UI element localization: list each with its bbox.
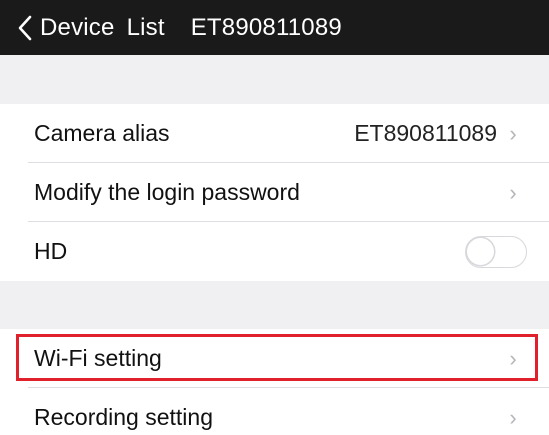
section-spacer: [0, 281, 549, 329]
chevron-left-icon: [18, 15, 32, 41]
recording-setting-label: Recording setting: [34, 404, 213, 430]
device-id-title: ET890811089: [190, 13, 342, 41]
chevron-right-icon: ›: [509, 345, 517, 371]
network-settings-group: Wi-Fi setting › Recording setting ›: [0, 329, 549, 435]
hd-toggle[interactable]: [465, 235, 527, 268]
hd-label: HD: [34, 238, 68, 264]
camera-alias-value: ET890811089: [354, 120, 497, 146]
wifi-setting-row[interactable]: Wi-Fi setting ›: [0, 329, 549, 388]
chevron-right-icon: ›: [509, 120, 517, 146]
device-settings-group: Camera alias ET890811089 › Modify the lo…: [0, 104, 549, 281]
toggle-knob: [467, 237, 494, 265]
page-title: List: [126, 13, 165, 41]
modify-password-row[interactable]: Modify the login password ›: [0, 163, 549, 222]
back-button[interactable]: [0, 0, 40, 55]
chevron-right-icon: ›: [509, 404, 517, 430]
section-spacer: [0, 55, 549, 104]
device-settings-screen: Device List ET890811089 Camera alias ET8…: [0, 0, 549, 435]
recording-setting-row[interactable]: Recording setting ›: [0, 388, 549, 435]
navigation-bar: Device List ET890811089: [0, 0, 549, 55]
hd-row: HD: [0, 222, 549, 281]
back-label[interactable]: Device: [40, 14, 115, 42]
camera-alias-label: Camera alias: [34, 120, 170, 146]
camera-alias-row[interactable]: Camera alias ET890811089 ›: [0, 104, 549, 163]
wifi-setting-label: Wi-Fi setting: [34, 345, 162, 371]
modify-password-label: Modify the login password: [34, 179, 300, 205]
chevron-right-icon: ›: [509, 179, 517, 205]
